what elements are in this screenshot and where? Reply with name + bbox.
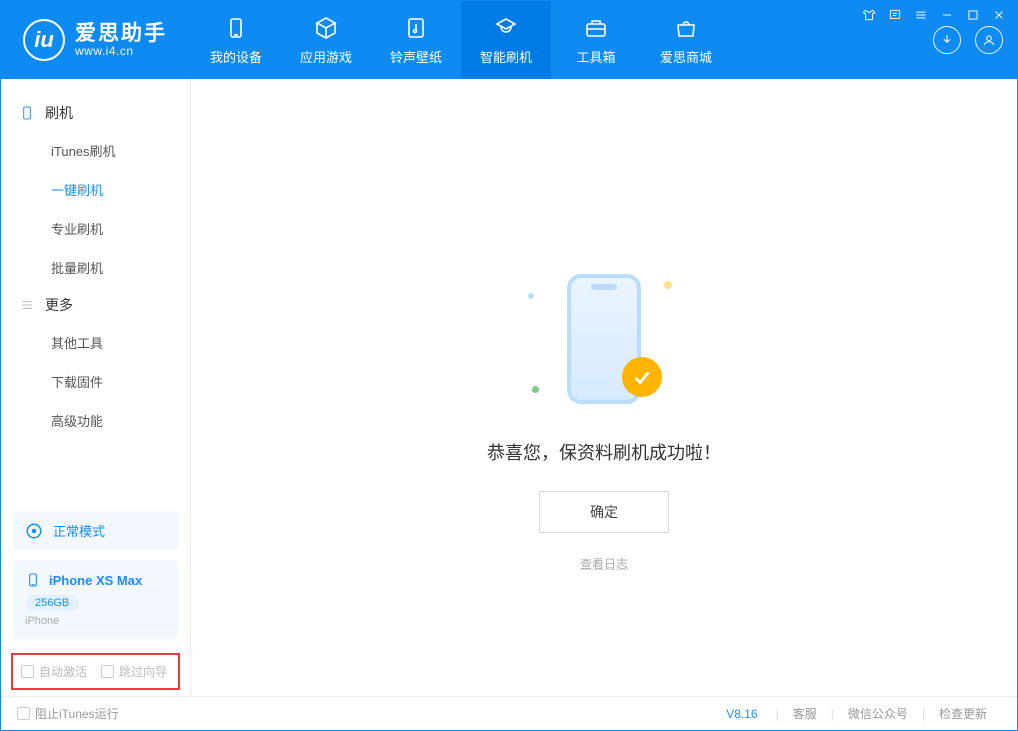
music-icon [403, 15, 429, 41]
device-icon [223, 15, 249, 41]
footer: 阻止iTunes运行 V8.16 | 客服 | 微信公众号 | 检查更新 [1, 696, 1017, 730]
nav-tab-ringtones[interactable]: 铃声壁纸 [371, 1, 461, 79]
footer-right: V8.16 | 客服 | 微信公众号 | 检查更新 [726, 705, 1001, 722]
list-icon [19, 297, 35, 313]
device-mode-label: 正常模式 [53, 521, 105, 540]
nav-tab-store[interactable]: 爱思商城 [641, 1, 731, 79]
close-button[interactable] [991, 7, 1007, 23]
app-logo: iu 爱思助手 www.i4.cn [1, 1, 191, 79]
sidebar-item-download-firmware[interactable]: 下载固件 [1, 362, 190, 401]
sidebar: 刷机 iTunes刷机 一键刷机 专业刷机 批量刷机 更多 其他工具 下载固件 … [1, 79, 191, 696]
menu-icon[interactable] [913, 7, 929, 23]
logo-icon: iu [23, 19, 65, 61]
refresh-icon [493, 15, 519, 41]
footer-link-wechat[interactable]: 微信公众号 [834, 705, 922, 722]
nav-label: 工具箱 [576, 47, 615, 66]
phone-icon [19, 105, 35, 121]
auto-activate-checkbox[interactable]: 自动激活 [21, 663, 87, 680]
phone-icon [25, 572, 41, 588]
device-type: iPhone [25, 615, 166, 627]
body: 刷机 iTunes刷机 一键刷机 专业刷机 批量刷机 更多 其他工具 下载固件 … [1, 79, 1017, 696]
shop-icon [673, 15, 699, 41]
footer-link-update[interactable]: 检查更新 [925, 705, 1001, 722]
maximize-button[interactable] [965, 7, 981, 23]
sidebar-section-label: 更多 [45, 295, 73, 315]
app-header: iu 爱思助手 www.i4.cn 我的设备 应用游戏 铃声壁纸 智能刷机 工具… [1, 1, 1017, 79]
checkbox-icon [17, 707, 30, 720]
sidebar-section-label: 刷机 [45, 103, 73, 123]
version-label: V8.16 [726, 707, 757, 721]
nav-tab-device[interactable]: 我的设备 [191, 1, 281, 79]
sidebar-item-pro-flash[interactable]: 专业刷机 [1, 209, 190, 248]
sidebar-section-flash: 刷机 [1, 95, 190, 131]
device-card[interactable]: iPhone XS Max 256GB iPhone [13, 560, 178, 639]
view-log-link[interactable]: 查看日志 [580, 555, 628, 572]
device-storage: 256GB [25, 595, 79, 611]
nav-tab-flash[interactable]: 智能刷机 [461, 1, 551, 79]
sidebar-item-other-tools[interactable]: 其他工具 [1, 323, 190, 362]
nav-label: 应用游戏 [300, 47, 352, 66]
account-button[interactable] [975, 26, 1003, 54]
success-message: 恭喜您，保资料刷机成功啦！ [487, 439, 721, 465]
checkbox-label: 自动激活 [39, 663, 87, 680]
toolbox-icon [583, 15, 609, 41]
sidebar-item-batch-flash[interactable]: 批量刷机 [1, 248, 190, 287]
nav-label: 爱思商城 [660, 47, 712, 66]
flash-options: 自动激活 跳过向导 [11, 653, 180, 690]
device-name: iPhone XS Max [49, 573, 142, 588]
device-mode-card[interactable]: 正常模式 [13, 511, 178, 550]
logo-text: 爱思助手 www.i4.cn [75, 22, 167, 58]
nav-label: 铃声壁纸 [390, 47, 442, 66]
minimize-button[interactable] [939, 7, 955, 23]
sidebar-item-advanced[interactable]: 高级功能 [1, 401, 190, 440]
feedback-icon[interactable] [887, 7, 903, 23]
nav-label: 智能刷机 [480, 47, 532, 66]
checkbox-label: 阻止iTunes运行 [35, 705, 119, 722]
app-title: 爱思助手 [75, 22, 167, 45]
checkbox-icon [21, 665, 34, 678]
sidebar-item-itunes-flash[interactable]: iTunes刷机 [1, 131, 190, 170]
nav-tab-toolbox[interactable]: 工具箱 [551, 1, 641, 79]
nav-tab-apps[interactable]: 应用游戏 [281, 1, 371, 79]
checkbox-label: 跳过向导 [119, 663, 167, 680]
checkbox-icon [101, 665, 114, 678]
main-nav: 我的设备 应用游戏 铃声壁纸 智能刷机 工具箱 爱思商城 [191, 1, 731, 79]
main-content: 恭喜您，保资料刷机成功啦！ 确定 查看日志 [191, 79, 1017, 696]
ok-button[interactable]: 确定 [539, 491, 669, 533]
sidebar-item-onekey-flash[interactable]: 一键刷机 [1, 170, 190, 209]
app-subtitle: www.i4.cn [75, 45, 167, 58]
success-illustration [524, 269, 684, 409]
sidebar-section-more: 更多 [1, 287, 190, 323]
cube-icon [313, 15, 339, 41]
check-badge-icon [622, 357, 662, 397]
footer-link-support[interactable]: 客服 [779, 705, 831, 722]
block-itunes-checkbox[interactable]: 阻止iTunes运行 [17, 705, 119, 722]
mode-icon [25, 522, 43, 540]
nav-label: 我的设备 [210, 47, 262, 66]
skip-guide-checkbox[interactable]: 跳过向导 [101, 663, 167, 680]
shirt-icon[interactable] [861, 7, 877, 23]
window-controls [861, 7, 1007, 23]
download-button[interactable] [933, 26, 961, 54]
